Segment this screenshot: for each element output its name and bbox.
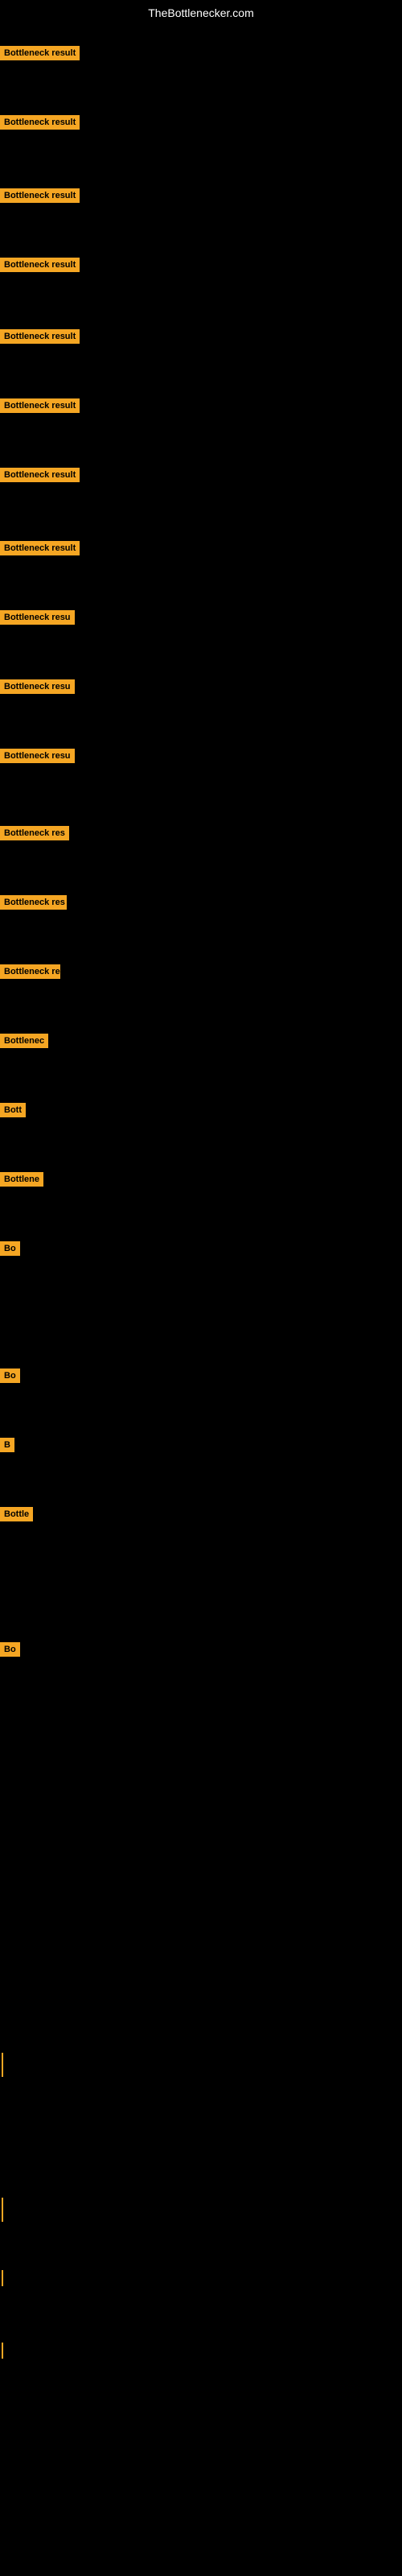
bottleneck-badge: Bottleneck resu [0, 679, 75, 694]
bottleneck-badge: Bottleneck result [0, 329, 80, 344]
bottleneck-badge: Bo [0, 1368, 20, 1383]
bottleneck-badge: Bottleneck res [0, 826, 69, 840]
vertical-line [2, 2198, 3, 2222]
bottleneck-badge: Bottleneck result [0, 188, 80, 203]
bottleneck-badge: Bottleneck re [0, 964, 60, 979]
bottleneck-badge: Bottleneck res [0, 895, 67, 910]
bottleneck-badge: B [0, 1438, 14, 1452]
bottleneck-badge: Bo [0, 1642, 20, 1657]
bottleneck-badge: Bottle [0, 1507, 33, 1521]
bottleneck-badge: Bottleneck result [0, 258, 80, 272]
bottleneck-badge: Bott [0, 1103, 26, 1117]
bottleneck-badge: Bottleneck resu [0, 610, 75, 625]
bottleneck-badge: Bottlenec [0, 1034, 48, 1048]
vertical-line [2, 2270, 3, 2286]
bottleneck-badge: Bottleneck result [0, 115, 80, 130]
bottleneck-badge: Bottleneck result [0, 541, 80, 555]
bottleneck-badge: Bottleneck result [0, 468, 80, 482]
bottleneck-badge: Bottleneck result [0, 46, 80, 60]
vertical-line [2, 2343, 3, 2359]
bottleneck-badge: Bottlene [0, 1172, 43, 1187]
vertical-line [2, 2053, 3, 2077]
site-title: TheBottlenecker.com [0, 0, 402, 26]
bottleneck-badge: Bottleneck resu [0, 749, 75, 763]
bottleneck-badge: Bo [0, 1241, 20, 1256]
bottleneck-badge: Bottleneck result [0, 398, 80, 413]
